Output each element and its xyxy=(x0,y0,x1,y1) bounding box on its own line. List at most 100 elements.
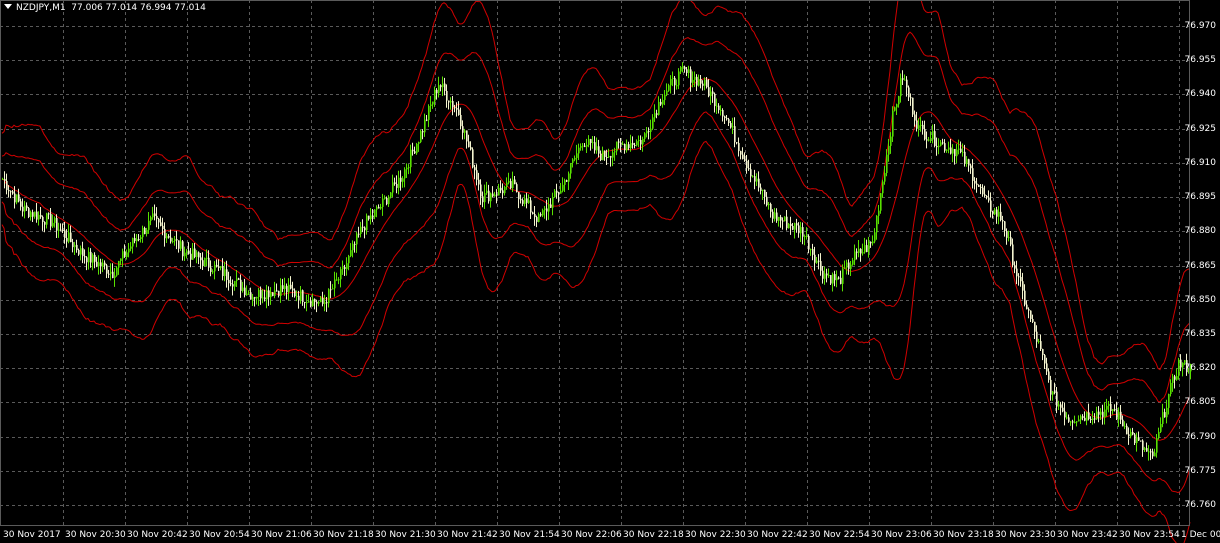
candle-bull xyxy=(680,67,682,72)
candle-bear xyxy=(108,273,110,275)
candles xyxy=(2,62,1192,461)
candle-bear xyxy=(590,139,592,143)
time-tick-label: 30 Nov 23:18 xyxy=(933,530,994,540)
candle-bear xyxy=(436,89,438,94)
candle-bull xyxy=(350,250,352,256)
candle-bear xyxy=(628,144,630,148)
candle-bull xyxy=(682,66,684,68)
candle-bear xyxy=(496,194,498,196)
candle-bull xyxy=(630,143,632,148)
candle-bull xyxy=(688,69,690,73)
candle-bear xyxy=(728,119,730,124)
candle-bear xyxy=(304,302,306,304)
symbol-header[interactable]: NZDJPY,M1 77.006 77.014 76.994 77.014 xyxy=(4,2,206,14)
candle-bull xyxy=(118,260,120,268)
candle-bear xyxy=(176,239,178,241)
candle-bear xyxy=(834,274,836,281)
candle-bear xyxy=(386,197,388,205)
candle-bear xyxy=(908,87,910,98)
candle-bull xyxy=(54,218,56,223)
candle-bull xyxy=(258,289,260,298)
candle-bear xyxy=(112,271,114,278)
candle-bull xyxy=(206,257,208,259)
candle-bull xyxy=(592,142,594,144)
price-tick-label: 76.895 xyxy=(1184,192,1217,202)
candle-bull xyxy=(126,252,128,257)
time-tick-label: 30 Nov 20:42 xyxy=(127,530,188,540)
candle-bull xyxy=(174,239,176,242)
candle-bull xyxy=(1176,376,1178,380)
candle-bull xyxy=(102,262,104,267)
candle-bear xyxy=(1090,418,1092,421)
time-tick-label: 30 Nov 21:42 xyxy=(437,530,498,540)
candle-bull xyxy=(416,143,418,154)
candle-bear xyxy=(1026,304,1028,310)
candle-bear xyxy=(358,233,360,235)
candle-bear xyxy=(1018,276,1020,278)
candle-bear xyxy=(674,77,676,86)
candle-bear xyxy=(584,145,586,147)
candle-bear xyxy=(448,100,450,103)
candle-bull xyxy=(484,193,486,203)
candle-bear xyxy=(154,213,156,217)
candle-bear xyxy=(782,220,784,222)
candle-bull xyxy=(896,104,898,108)
candle-bear xyxy=(1040,341,1042,350)
candle-bear xyxy=(460,114,462,127)
price-tick-label: 76.970 xyxy=(1184,21,1217,31)
candle-bull xyxy=(576,153,578,158)
candle-bear xyxy=(910,97,912,99)
candle-bear xyxy=(1028,309,1030,311)
candle-bear xyxy=(474,167,476,171)
candle-bear xyxy=(656,113,658,115)
candle-bull xyxy=(1074,421,1076,423)
candle-bear xyxy=(440,85,442,88)
candle-bear xyxy=(70,232,72,243)
candle-bear xyxy=(986,195,988,198)
candle-bear xyxy=(532,212,534,215)
price-chart[interactable] xyxy=(0,0,1220,543)
candle-bull xyxy=(1052,391,1054,395)
time-tick-label: 1 Dec 00:07 xyxy=(1181,530,1220,540)
candle-bear xyxy=(1002,220,1004,222)
candle-bear xyxy=(394,182,396,184)
candle-bull xyxy=(92,254,94,263)
candle-bull xyxy=(408,167,410,169)
candle-bull xyxy=(128,248,130,253)
candle-bear xyxy=(700,78,702,84)
time-tick-label: 30 Nov 20:54 xyxy=(189,530,250,540)
dropdown-triangle-icon[interactable] xyxy=(4,4,12,9)
candle-bear xyxy=(686,69,688,73)
candle-bear xyxy=(1132,431,1134,435)
candle-bull xyxy=(58,229,60,231)
candle-bull xyxy=(920,124,922,126)
candle-bull xyxy=(548,204,550,212)
candle-bear xyxy=(976,183,978,186)
candle-bear xyxy=(1150,451,1152,453)
candle-bear xyxy=(1060,404,1062,408)
candle-bear xyxy=(222,266,224,277)
candle-bull xyxy=(582,145,584,147)
candle-bear xyxy=(724,116,726,119)
candle-bull xyxy=(288,284,290,293)
candle-bull xyxy=(716,105,718,107)
candle-bull xyxy=(204,258,206,267)
candle-bull xyxy=(346,263,348,269)
candle-bear xyxy=(188,250,190,254)
candle-bear xyxy=(696,76,698,86)
candle-bear xyxy=(740,151,742,155)
candle-bear xyxy=(42,216,44,223)
candle-bear xyxy=(1012,244,1014,266)
candle-bull xyxy=(574,157,576,160)
candle-bear xyxy=(56,218,58,231)
candle-bear xyxy=(754,176,756,182)
candle-bull xyxy=(360,226,362,234)
candle-bear xyxy=(310,301,312,306)
price-tick-label: 76.880 xyxy=(1184,226,1217,236)
candle-bear xyxy=(194,248,196,257)
chart-window[interactable]: NZDJPY,M1 77.006 77.014 76.994 77.014 76… xyxy=(0,0,1220,543)
candle-bear xyxy=(290,284,292,289)
candle-bear xyxy=(368,215,370,220)
candle-bear xyxy=(232,284,234,287)
candle-bull xyxy=(30,212,32,218)
